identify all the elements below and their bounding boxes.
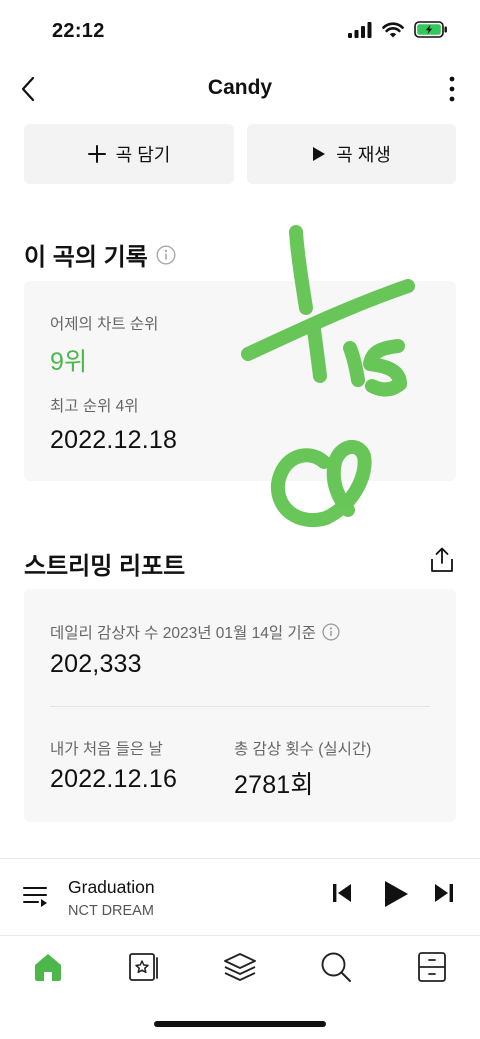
- previous-track-button[interactable]: [330, 881, 354, 905]
- card-divider: [50, 706, 430, 707]
- yesterday-rank-label: 어제의 차트 순위: [50, 316, 159, 333]
- plus-icon: [87, 145, 106, 163]
- status-icons: [348, 21, 448, 38]
- tab-library[interactable]: [96, 937, 192, 997]
- daily-listeners-value: 202,333: [50, 650, 142, 678]
- streaming-report-title-text: 스트리밍 리포트: [24, 553, 186, 580]
- page-title: Candy: [207, 76, 273, 99]
- tab-storage[interactable]: [384, 937, 480, 997]
- play-song-button[interactable]: 곡 재생: [247, 124, 456, 184]
- play-icon: [385, 881, 408, 907]
- best-rank-date: 2022.12.18: [50, 426, 178, 454]
- playlist-queue-icon[interactable]: [22, 883, 50, 911]
- next-track-button[interactable]: [432, 881, 456, 905]
- layers-icon: [224, 953, 256, 981]
- skip-back-icon: [333, 884, 351, 902]
- first-listen-value: 2022.12.16: [50, 765, 178, 793]
- yesterday-rank-value: 9위: [50, 348, 88, 376]
- record-card: 어제의 차트 순위 9위 최고 순위 4위 2022.12.18: [24, 281, 456, 481]
- cellular-signal-icon: [348, 21, 372, 38]
- info-icon[interactable]: [322, 623, 340, 641]
- total-plays-label: 총 감상 횟수 (실시간): [234, 741, 372, 758]
- home-icon: [35, 954, 61, 981]
- music-card-icon: [129, 953, 158, 981]
- streaming-report-card: 데일리 감상자 수 2023년 01월 14일 기준 202,333 내가 처음…: [24, 589, 456, 822]
- mini-player[interactable]: Graduation NCT DREAM: [0, 858, 480, 936]
- add-song-label: 곡 담기: [115, 145, 171, 165]
- play-song-label: 곡 재생: [336, 145, 391, 165]
- now-playing-artist: NCT DREAM: [68, 903, 154, 919]
- total-plays-value: 2781회: [234, 771, 314, 799]
- share-icon[interactable]: [430, 547, 454, 573]
- navigation-bar: Candy: [0, 62, 480, 116]
- daily-listeners-label-row: 데일리 감상자 수 2023년 01월 14일 기준: [50, 621, 340, 643]
- record-section-title: 이 곡의 기록: [24, 237, 176, 272]
- info-icon[interactable]: [156, 244, 176, 265]
- record-title-text: 이 곡의 기록: [24, 244, 148, 271]
- first-listen-label: 내가 처음 들은 날: [50, 741, 163, 758]
- play-pause-button[interactable]: [382, 879, 410, 909]
- now-playing-title: Graduation: [68, 877, 155, 897]
- battery-charging-icon: [414, 21, 447, 38]
- tab-home[interactable]: [0, 937, 96, 997]
- more-vertical-icon: [449, 76, 455, 102]
- status-time: 22:12: [52, 20, 105, 42]
- best-rank-label: 최고 순위 4위: [50, 398, 139, 415]
- daily-listeners-label: 데일리 감상자 수 2023년 01월 14일 기준: [50, 625, 316, 642]
- tab-bar: [0, 937, 480, 997]
- skip-forward-icon: [435, 884, 453, 902]
- play-icon: [313, 147, 326, 161]
- add-song-button[interactable]: 곡 담기: [24, 124, 234, 184]
- status-bar: 22:12: [0, 0, 480, 62]
- more-options-button[interactable]: [440, 74, 464, 104]
- drawer-icon: [418, 952, 446, 982]
- tab-search[interactable]: [288, 937, 384, 997]
- tab-playlist[interactable]: [192, 937, 288, 997]
- search-icon: [321, 952, 351, 982]
- wifi-icon: [382, 21, 404, 37]
- streaming-report-title: 스트리밍 리포트: [24, 546, 185, 581]
- home-indicator: [154, 1021, 326, 1027]
